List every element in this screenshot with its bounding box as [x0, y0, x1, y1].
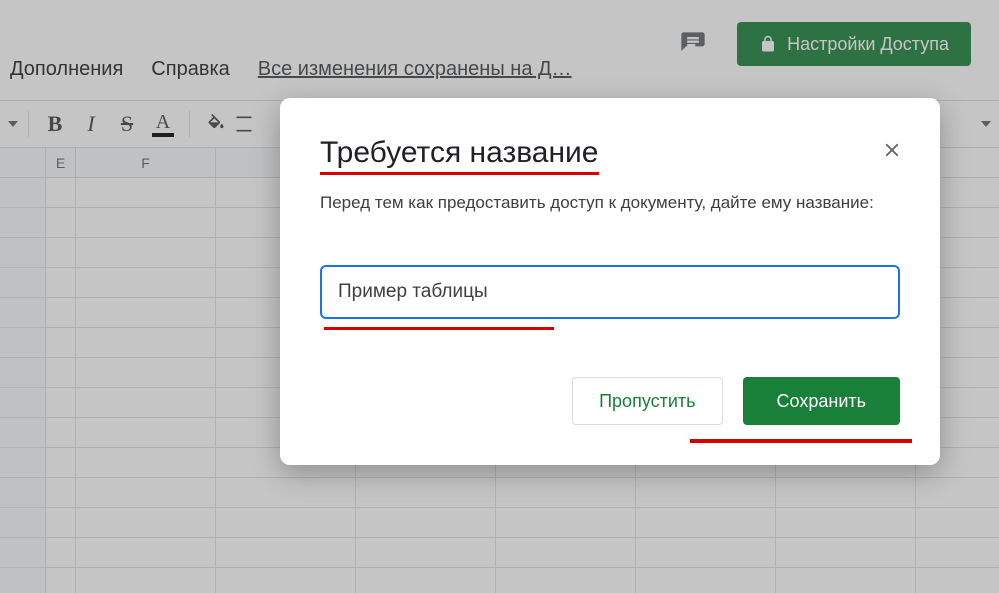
close-icon — [881, 139, 903, 161]
name-required-dialog: Требуется название Перед тем как предост… — [280, 98, 940, 465]
dialog-close-button[interactable] — [874, 132, 910, 168]
dialog-description: Перед тем как предоставить доступ к доку… — [320, 193, 900, 213]
skip-button[interactable]: Пропустить — [572, 377, 722, 425]
save-button[interactable]: Сохранить — [743, 377, 900, 425]
dialog-title: Требуется название — [320, 136, 599, 175]
document-name-input[interactable] — [320, 265, 900, 319]
annotation-underline — [324, 327, 554, 330]
annotation-underline — [690, 439, 912, 443]
